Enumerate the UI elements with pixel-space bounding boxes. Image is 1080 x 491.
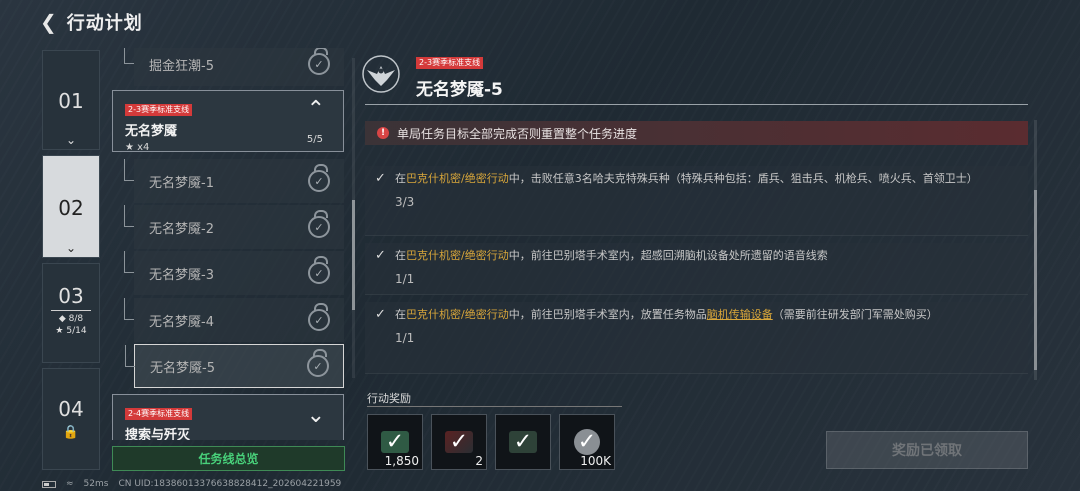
mission-item[interactable]: 掘金狂潮-5 ✓ [124,48,344,86]
task-text: 在巴克什机密/绝密行动中，前往巴别塔手术室内，放置任务物品脑机传输设备（需要前往… [395,308,938,321]
mission-list[interactable]: 掘金狂潮-5 ✓ 2-3赛季标准支线 无名梦魇 ★ x4 5/5 ⌃ 无名梦魇-… [112,48,347,440]
checkmark-icon: ✓ [375,307,386,322]
task-count: 3/3 [395,195,415,209]
reward-value: 1,850 [384,454,419,468]
mission-item[interactable]: 无名梦魇-2 ✓ [124,205,344,249]
claimed-check-icon: ✓ [385,429,405,455]
mission-item-label: 无名梦魇-3 [149,267,214,283]
mission-group-progress: 5/5 [306,134,323,145]
tree-connector [124,205,134,227]
medal-check-icon: ✓ [308,256,330,284]
task-objective: ✓ 在巴克什机密/绝密行动中，击败任意3名哈夫克特殊兵种（特殊兵种包括：盾兵、狙… [365,166,1028,236]
chapter-tab-01[interactable]: 01 ⌄ [42,50,100,150]
tree-connector [124,298,134,320]
tree-connector [125,345,135,367]
mission-item-label: 无名梦魇-5 [150,360,215,376]
warning-icon: ! [377,127,389,139]
tree-connector [124,48,134,64]
tree-connector [124,159,134,181]
mission-item[interactable]: 无名梦魇-4 ✓ [124,298,344,342]
chapter-star-count: ★ 5/14 [55,326,87,336]
medal-check-icon: ✓ [307,349,329,377]
task-count: 1/1 [395,272,415,286]
task-count: 1/1 [395,331,415,345]
medal-check-icon: ✓ [308,164,330,192]
chapter-number: 03 [58,284,84,308]
mission-item-selected[interactable]: 无名梦魇-5 ✓ [125,344,344,388]
battery-icon [42,480,56,488]
chapter-number: 02 [58,196,84,220]
task-objective: ✓ 在巴克什机密/绝密行动中，前往巴别塔手术室内，放置任务物品脑机传输设备（需要… [365,302,1028,374]
chapter-diamond-count: ◆ 8/8 [58,314,84,324]
uid-text: CN UID:18386013376638828412_202604221959 [118,479,342,489]
medal-check-icon: ✓ [308,303,330,331]
warning-banner: ! 单局任务目标全部完成否则重置整个任务进度 [365,121,1028,145]
tree-connector [124,251,134,273]
detail-scrollbar-thumb[interactable] [1034,190,1037,370]
list-scrollbar-thumb[interactable] [352,200,355,310]
mission-overview-button[interactable]: 任务线总览 [112,446,345,471]
status-footer: ≈ 52ms CN UID:18386013376638828412_20260… [42,479,341,489]
lock-icon: 🔒 [62,425,80,440]
medal-check-icon: ✓ [308,48,330,75]
claim-reward-button[interactable]: 奖励已领取 [826,431,1028,469]
mission-group-name: 无名梦魇 [125,124,178,139]
mission-item-label: 无名梦魇-4 [149,314,214,330]
item-link[interactable]: 脑机传输设备 [707,308,773,321]
divider [367,406,622,407]
season-tag: 2-3赛季标准支线 [416,57,484,69]
page-title: 行动计划 [66,13,143,34]
chevron-down-icon: ⌄ [65,241,77,255]
mission-item[interactable]: 无名梦魇-3 ✓ [124,251,344,295]
reward-slot[interactable]: ✓ 2 [431,414,487,470]
divider [365,104,1028,105]
task-objective: ✓ 在巴克什机密/绝密行动中，前往巴别塔手术室内，超感回溯脑机设备处所遗留的语音… [365,243,1028,295]
mission-item[interactable]: 无名梦魇-1 ✓ [124,159,344,203]
chevron-down-icon[interactable]: ⌄ [307,405,325,427]
claimed-check-icon: ✓ [449,429,469,455]
chapter-tab-03[interactable]: 03 ◆ 8/8 ★ 5/14 [42,263,100,363]
mission-group-expanded[interactable]: 2-3赛季标准支线 无名梦魇 ★ x4 5/5 ⌃ [112,90,344,153]
medal-check-icon: ✓ [308,210,330,238]
chevron-down-icon: ⌄ [65,133,77,147]
reward-label: 行动奖励 [367,392,411,405]
eagle-emblem-icon [362,55,400,93]
reward-value: 100K [580,454,611,468]
task-text: 在巴克什机密/绝密行动中，前往巴别塔手术室内，超感回溯脑机设备处所遗留的语音线索 [395,249,828,262]
chapter-number: 01 [58,89,84,113]
chevron-up-icon[interactable]: ⌃ [307,99,325,121]
claimed-check-icon: ✓ [577,429,597,455]
chapter-tab-04[interactable]: 04 🔒 [42,368,100,470]
task-text: 在巴克什机密/绝密行动中，击败任意3名哈夫克特殊兵种（特殊兵种包括：盾兵、狙击兵… [395,172,978,185]
reward-slot[interactable]: ✓ 100K [559,414,615,470]
mission-title: 无名梦魇-5 [416,80,503,100]
season-tag: 2-3赛季标准支线 [125,104,193,116]
mission-item-label: 无名梦魇-1 [149,175,214,191]
chapter-tab-02[interactable]: 02 ⌄ [42,155,100,258]
reward-slot[interactable]: ✓ [495,414,551,470]
checkmark-icon: ✓ [375,171,386,186]
mission-group-stars: ★ x4 [125,142,150,153]
back-arrow-icon[interactable]: ❮ [40,12,57,32]
reward-value: 2 [475,454,483,468]
checkmark-icon: ✓ [375,248,386,263]
warning-text: 单局任务目标全部完成否则重置整个任务进度 [397,126,638,141]
divider [51,310,91,311]
chapter-number: 04 [58,397,84,421]
ping-text: 52ms [83,479,109,489]
mission-group-collapsed[interactable]: 2-4赛季标准支线 搜索与歼灭 ⌄ [112,394,344,440]
claimed-check-icon: ✓ [513,429,533,455]
mission-item-label: 掘金狂潮-5 [149,58,214,74]
wifi-icon: ≈ [66,479,74,489]
mission-group-name: 搜索与歼灭 [125,428,191,440]
mission-item-label: 无名梦魇-2 [149,221,214,237]
reward-slot[interactable]: ✓ 1,850 [367,414,423,470]
header: ❮ 行动计划 [40,6,143,38]
season-tag: 2-4赛季标准支线 [125,408,193,420]
